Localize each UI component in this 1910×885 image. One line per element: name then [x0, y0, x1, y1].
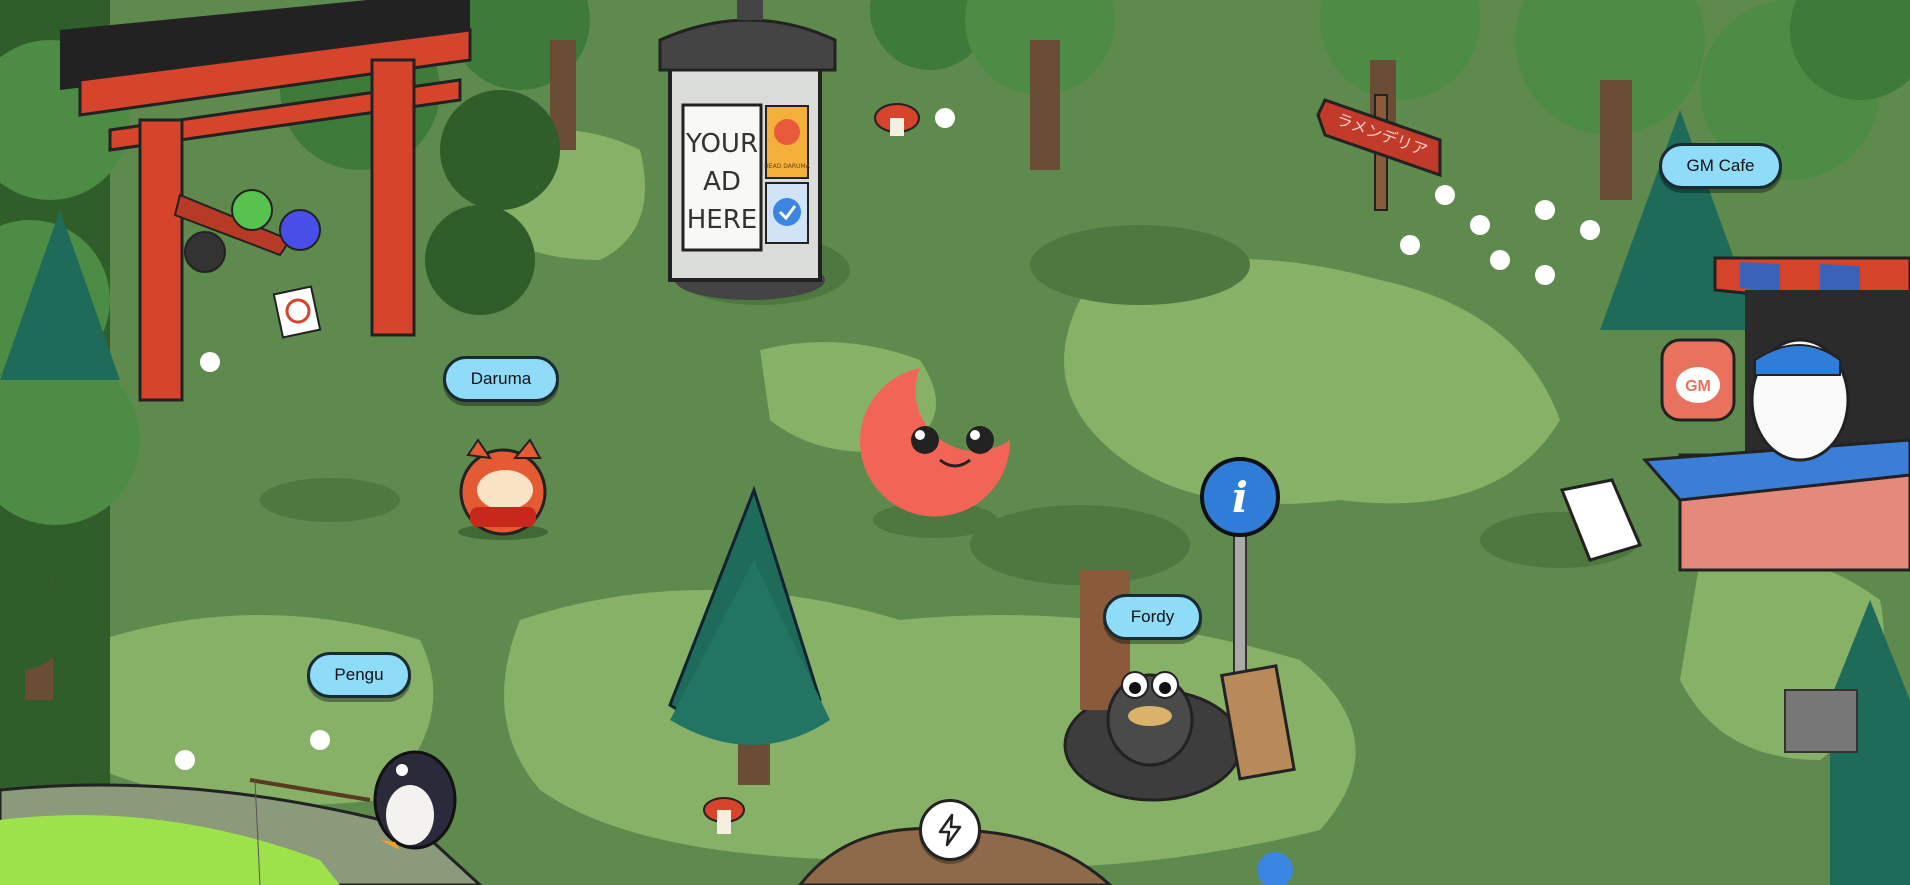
- ad-pillar[interactable]: YOUR AD HERE HEAD DARUMA: [658, 0, 837, 300]
- game-scene[interactable]: YOUR AD HERE HEAD DARUMA ラメンデリア i GM: [0, 0, 1910, 885]
- bolt-icon: [938, 813, 962, 847]
- pengu-label[interactable]: Pengu: [307, 652, 411, 698]
- fordy-label[interactable]: Fordy: [1103, 594, 1202, 640]
- ad-poster-text: HEAD DARUMA: [764, 163, 810, 170]
- action-button[interactable]: [919, 799, 981, 861]
- info-text: i: [1232, 473, 1248, 522]
- verified-badge-icon: [773, 198, 801, 226]
- ad-line3: HERE: [687, 205, 757, 235]
- cafe-cup-text: GM: [1685, 378, 1711, 395]
- daruma-label[interactable]: Daruma: [443, 356, 559, 402]
- gm-cafe-label[interactable]: GM Cafe: [1659, 143, 1782, 189]
- ad-line1: YOUR: [685, 129, 758, 159]
- ad-line2: AD: [703, 167, 741, 197]
